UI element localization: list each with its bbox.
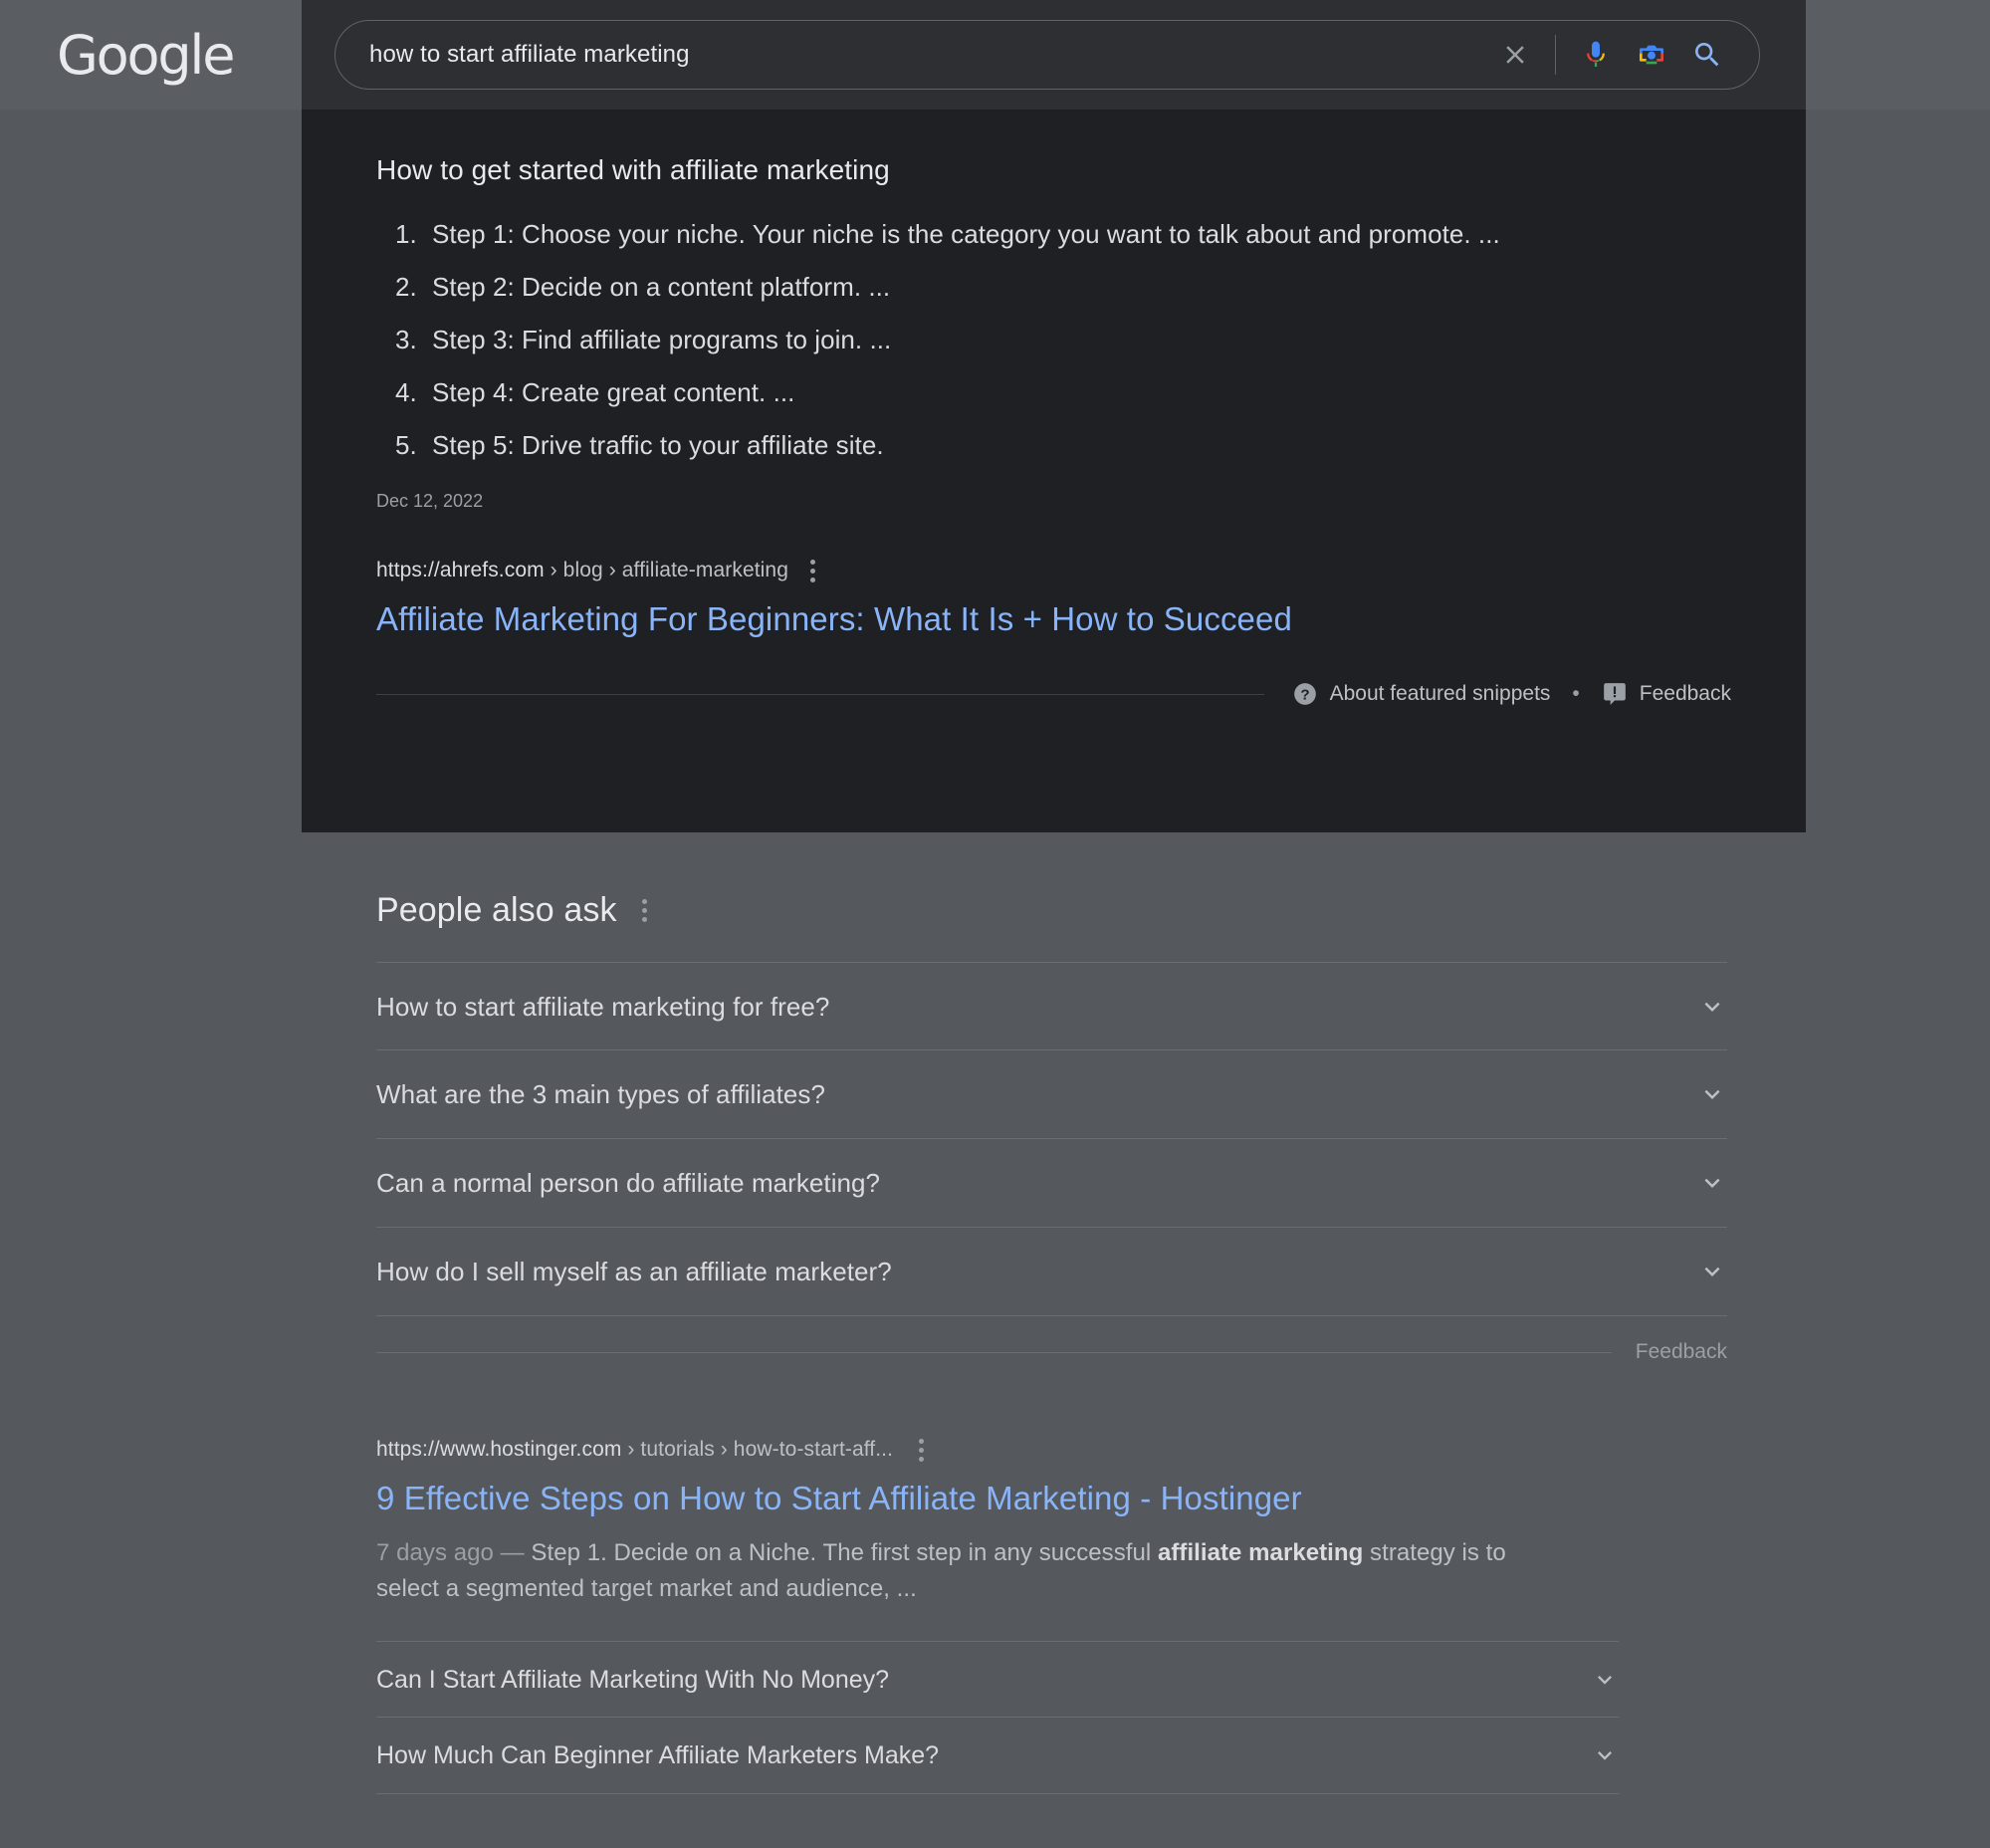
microphone-icon xyxy=(1580,39,1612,71)
paa-question-row[interactable]: Can a normal person do affiliate marketi… xyxy=(376,1139,1727,1228)
snippet-date: Dec 12, 2022 xyxy=(376,491,484,511)
paa-question-label: How do I sell myself as an affiliate mar… xyxy=(376,1257,892,1286)
chevron-down-icon[interactable] xyxy=(1697,1168,1727,1198)
about-featured-snippets-link[interactable]: ? About featured snippets xyxy=(1292,681,1551,707)
paa-question-label: What are the 3 main types of affiliates? xyxy=(376,1079,825,1109)
paa-question-row[interactable]: How do I sell myself as an affiliate mar… xyxy=(376,1228,1727,1316)
google-logo[interactable]: Google xyxy=(57,27,235,85)
result-url-host: https://www.hostinger.com xyxy=(376,1438,622,1461)
result-more-options-icon[interactable] xyxy=(919,1438,925,1462)
snippet-step: Step 1: Choose your niche. Your niche is… xyxy=(424,215,1731,254)
snippet-step: Step 4: Create great content. ... xyxy=(424,373,1731,412)
paa-question-label: How to start affiliate marketing for fre… xyxy=(376,991,830,1022)
result-snippet-dash: — xyxy=(493,1539,532,1566)
snippet-heading: How to get started with affiliate market… xyxy=(376,154,890,185)
snippet-steps-list: Step 1: Choose your niche. Your niche is… xyxy=(376,215,1731,465)
snippet-url[interactable]: https://ahrefs.com › blog › affiliate-ma… xyxy=(376,557,788,584)
result-snippet: 7 days ago — Step 1. Decide on a Niche. … xyxy=(376,1535,1571,1607)
search-icon xyxy=(1691,39,1723,71)
result-url[interactable]: https://www.hostinger.com › tutorials › … xyxy=(376,1436,893,1464)
featured-snippet-body: How to get started with affiliate market… xyxy=(302,110,1806,712)
search-submit-button[interactable] xyxy=(1679,27,1735,83)
paa-question-row[interactable]: What are the 3 main types of affiliates? xyxy=(376,1050,1727,1139)
search-results-page: Google how to start affiliate marketing … xyxy=(0,0,1990,1848)
result-title-link[interactable]: 9 Effective Steps on How to Start Affili… xyxy=(376,1478,1641,1519)
snippet-step: Step 5: Drive traffic to your affiliate … xyxy=(424,426,1731,465)
result-snippet-bold: affiliate marketing xyxy=(1157,1539,1364,1566)
snippet-footer-divider xyxy=(376,693,1264,695)
people-also-ask-header: People also ask xyxy=(376,886,1727,934)
search-box[interactable] xyxy=(334,20,1760,90)
result-source-row: https://www.hostinger.com › tutorials › … xyxy=(376,1436,1641,1464)
feedback-icon xyxy=(1602,681,1628,707)
snippet-footer: ? About featured snippets • Feedback xyxy=(376,676,1731,712)
paa-feedback-divider xyxy=(376,1351,1612,1353)
sub-question-row[interactable]: How Much Can Beginner Affiliate Marketer… xyxy=(376,1718,1619,1794)
snippet-url-path: › blog › affiliate-marketing xyxy=(544,559,788,581)
people-also-ask-title: People also ask xyxy=(376,891,617,929)
clear-search-button[interactable] xyxy=(1487,27,1543,83)
chevron-down-icon[interactable] xyxy=(1697,992,1727,1022)
people-also-ask-feedback-row: Feedback xyxy=(376,1340,1727,1364)
featured-snippet-panel: How to get started with affiliate market… xyxy=(302,0,1806,832)
sub-question-label: How Much Can Beginner Affiliate Marketer… xyxy=(376,1741,940,1769)
paa-question-label: Can a normal person do affiliate marketi… xyxy=(376,1168,881,1198)
snippet-more-options-icon[interactable] xyxy=(810,559,815,582)
snippet-url-host: https://ahrefs.com xyxy=(376,559,545,581)
people-also-ask-section: People also ask How to start affiliate m… xyxy=(376,886,1727,1364)
close-icon xyxy=(1500,40,1530,70)
about-featured-snippets-label: About featured snippets xyxy=(1329,682,1551,705)
search-bar-strip xyxy=(302,0,1806,110)
chevron-down-icon[interactable] xyxy=(1591,1741,1619,1769)
snippet-feedback-label: Feedback xyxy=(1639,682,1731,705)
chevron-down-icon[interactable] xyxy=(1591,1666,1619,1694)
help-circle-icon: ? xyxy=(1292,681,1318,707)
google-lens-button[interactable] xyxy=(1624,27,1679,83)
voice-search-button[interactable] xyxy=(1568,27,1624,83)
snippet-step: Step 2: Decide on a content platform. ..… xyxy=(424,268,1731,307)
organic-result: https://www.hostinger.com › tutorials › … xyxy=(376,1436,1641,1794)
chevron-down-icon[interactable] xyxy=(1697,1257,1727,1286)
result-sub-questions: Can I Start Affiliate Marketing With No … xyxy=(376,1641,1619,1794)
search-actions-divider xyxy=(1555,35,1556,75)
sub-question-row[interactable]: Can I Start Affiliate Marketing With No … xyxy=(376,1641,1619,1718)
chevron-down-icon[interactable] xyxy=(1697,1079,1727,1109)
snippet-step: Step 3: Find affiliate programs to join.… xyxy=(424,321,1731,359)
search-actions xyxy=(1487,27,1759,83)
paa-question-row[interactable]: How to start affiliate marketing for fre… xyxy=(376,962,1727,1050)
snippet-result-title-link[interactable]: Affiliate Marketing For Beginners: What … xyxy=(376,598,1731,640)
sub-question-label: Can I Start Affiliate Marketing With No … xyxy=(376,1665,890,1694)
google-lens-camera-icon xyxy=(1636,39,1667,71)
svg-text:?: ? xyxy=(1300,686,1309,703)
snippet-feedback-link[interactable]: Feedback xyxy=(1602,681,1731,707)
people-also-ask-more-options-icon[interactable] xyxy=(641,898,647,922)
result-snippet-date: 7 days ago xyxy=(376,1539,494,1566)
footer-separator: • xyxy=(1572,682,1580,705)
search-input[interactable] xyxy=(335,41,1487,69)
paa-feedback-link[interactable]: Feedback xyxy=(1636,1340,1727,1364)
result-snippet-part1: Step 1. Decide on a Niche. The first ste… xyxy=(531,1539,1158,1566)
snippet-source-row: https://ahrefs.com › blog › affiliate-ma… xyxy=(376,557,1731,584)
result-url-path: › tutorials › how-to-start-aff... xyxy=(621,1438,894,1461)
people-also-ask-list: How to start affiliate marketing for fre… xyxy=(376,962,1727,1316)
